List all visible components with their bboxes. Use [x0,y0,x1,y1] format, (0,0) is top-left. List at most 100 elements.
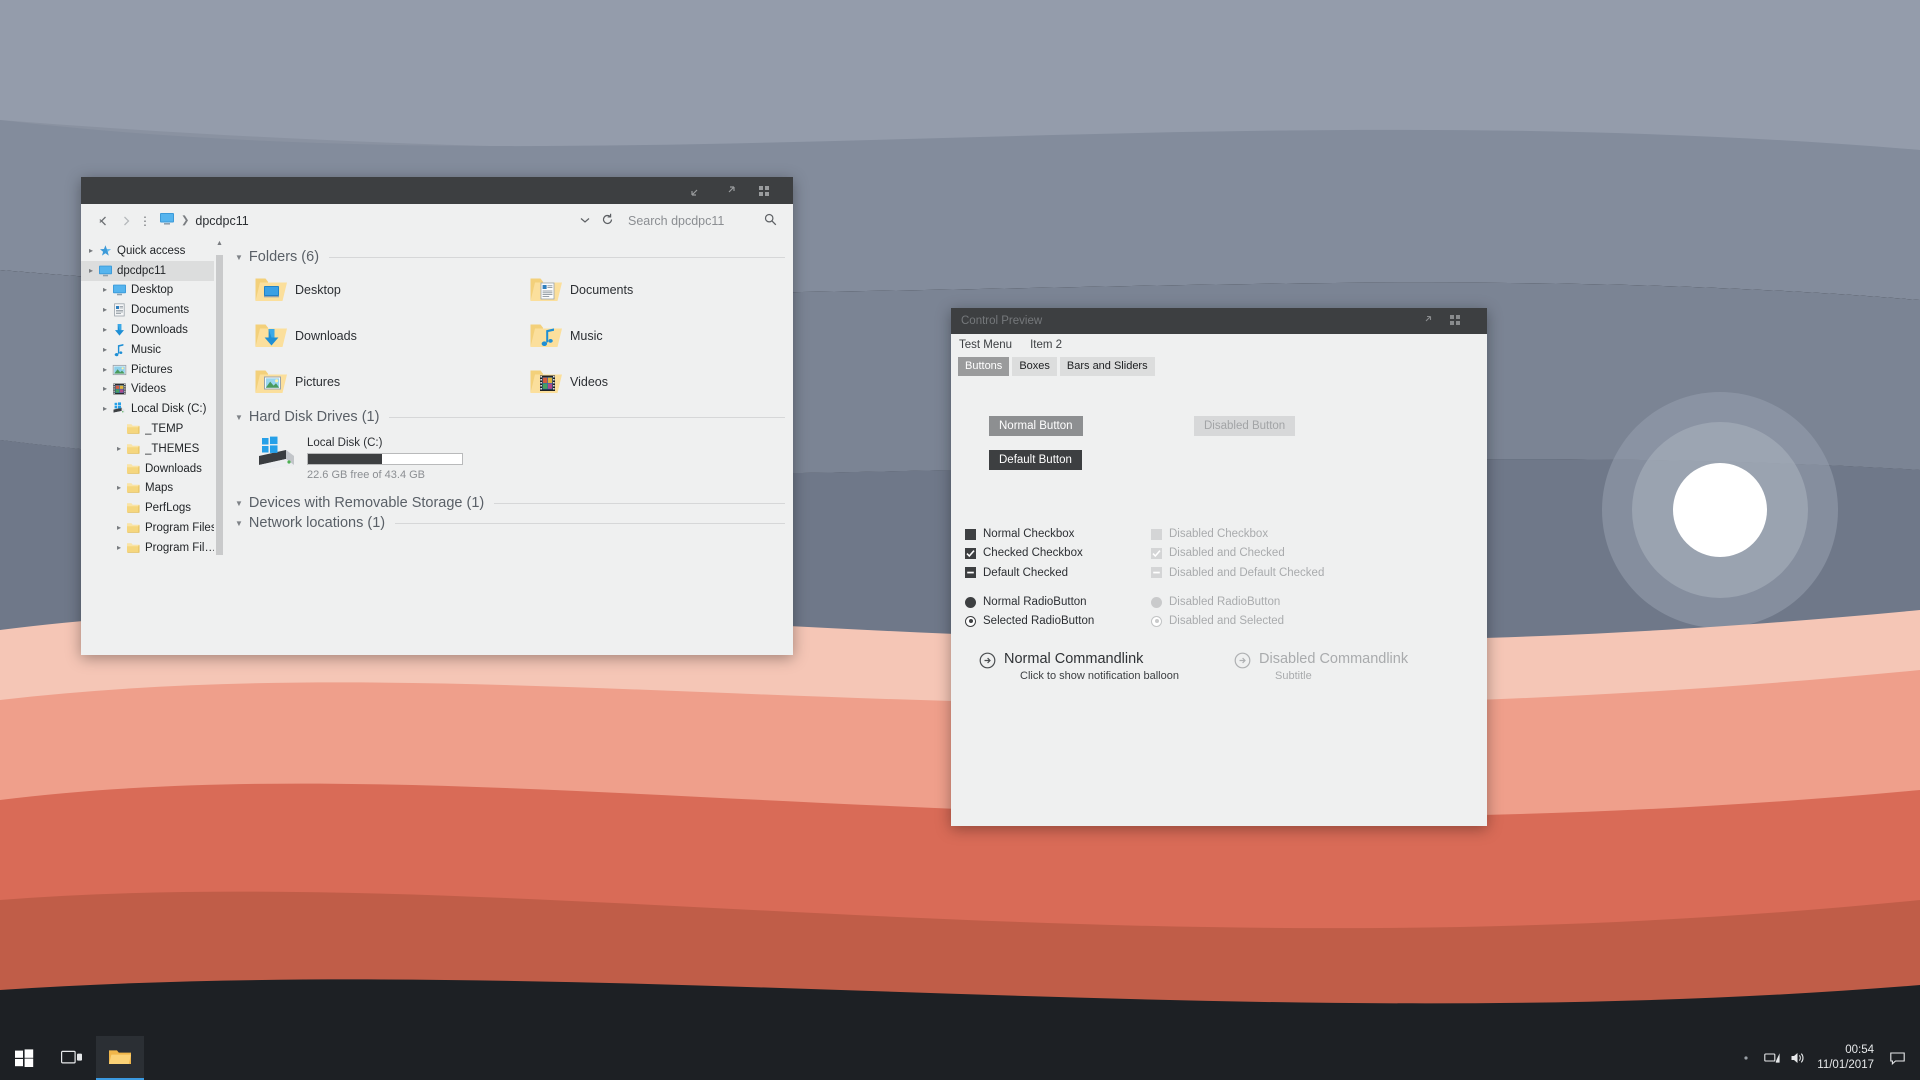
tab-buttons[interactable]: Buttons [958,357,1010,376]
chevron-right-icon[interactable]: ▸ [85,266,97,275]
chevron-right-icon[interactable]: ▸ [113,543,125,552]
sidebar-item-music[interactable]: ▸ Music [81,340,225,360]
chevron-right-icon[interactable]: ▸ [99,345,111,354]
tab-bars-and-sliders[interactable]: Bars and Sliders [1059,357,1155,376]
chevron-right-icon[interactable]: ▸ [113,524,125,532]
chevron-right-icon[interactable]: ▸ [99,306,111,314]
volume-icon[interactable] [1785,1036,1811,1080]
group-header-network-locations[interactable]: ▼ Network locations (1) [235,515,785,531]
chevron-right-icon[interactable]: ▸ [99,365,111,374]
breadcrumb[interactable]: ❯ dpcdpc11 [159,212,249,229]
system-tray[interactable]: 00:54 11/01/2017 [1733,1036,1920,1080]
chevron-right-icon[interactable]: ▸ [85,246,97,255]
action-center-icon[interactable] [1884,1036,1910,1080]
search-placeholder: Search dpcdpc11 [628,213,725,228]
normal-commandlink[interactable]: Normal Commandlink Click to show notific… [979,651,1179,682]
group-header-folders[interactable]: ▼ Folders (6) [235,249,785,265]
sidebar-item-label: Maps [145,482,174,495]
sidebar-item-perflogs[interactable]: PerfLogs [81,498,225,518]
start-button[interactable] [0,1036,48,1080]
refresh-icon[interactable] [596,213,618,229]
drive-item-local-disk-c[interactable]: Local Disk (C:) 22.6 GB free of 43.4 GB [235,427,785,491]
show-hidden-icons-icon[interactable] [1733,1036,1759,1080]
minimize-icon[interactable] [689,184,703,198]
breadcrumb-item-0[interactable]: dpcdpc11 [195,214,248,228]
folder-tile-pictures[interactable]: Pictures [235,359,510,405]
sidebar-item-local-disk-c[interactable]: ▸ Local Disk (C:) [81,399,225,419]
checkbox-checked[interactable] [965,547,976,559]
navigation-tree[interactable]: ▸ Quick access ▸ dpcdpc11 ▸ Desktop ▸ Documents… [81,241,225,558]
control-preview-window[interactable]: Control Preview Test Menu Item 2 Buttons B… [951,308,1487,826]
sidebar-item-temp[interactable]: _TEMP [81,419,225,439]
folder-tile-downloads[interactable]: Downloads [235,313,510,359]
radio-row-normal-radiobutton[interactable]: Normal RadioButton [965,596,1087,608]
sidebar-item-program-files-x86[interactable]: ▸ Program Files (x86) [81,538,225,558]
chevron-right-icon[interactable]: ▸ [99,326,111,334]
group-header-hard-disk-drives[interactable]: ▼ Hard Disk Drives (1) [235,409,785,425]
close-icon[interactable] [757,184,771,198]
chevron-right-icon[interactable]: ▸ [113,484,125,492]
explorer-address-bar[interactable]: ⋮ ❯ dpcdpc11 Search dpcdpc11 [81,204,793,237]
forward-button[interactable] [115,210,137,232]
folder-tile-videos[interactable]: Videos [510,359,785,405]
tab-boxes[interactable]: Boxes [1012,357,1057,376]
control-preview-titlebar[interactable]: Control Preview [951,308,1487,334]
network-icon[interactable] [1759,1036,1785,1080]
folder-tile-music[interactable]: Music [510,313,785,359]
search-input[interactable]: Search dpcdpc11 [618,204,793,237]
sidebar-item-themes[interactable]: ▸ _THEMES [81,439,225,459]
radio-selected[interactable] [965,615,976,627]
folder-documents-icon [528,275,564,305]
checkbox-indeterminate[interactable] [965,567,976,579]
control-preview-menubar[interactable]: Test Menu Item 2 [951,334,1487,356]
sidebar-item-videos[interactable]: ▸ Videos [81,380,225,400]
chevron-right-icon[interactable]: ▸ [99,286,111,294]
search-icon[interactable] [764,213,777,229]
chevron-right-icon[interactable]: ▸ [113,444,125,453]
control-preview-tabs[interactable]: Buttons Boxes Bars and Sliders [951,357,1487,376]
sidebar-item-pictures[interactable]: ▸ Pictures [81,360,225,380]
checkbox-row-checked-checkbox[interactable]: Checked Checkbox [965,547,1083,559]
sidebar-item-program-files[interactable]: ▸ Program Files [81,518,225,538]
sidebar-item-downloads[interactable]: ▸ Downloads [81,320,225,340]
navigation-pane[interactable]: ▸ Quick access ▸ dpcdpc11 ▸ Desktop ▸ Documents… [81,237,225,655]
default-button[interactable]: Default Button [989,450,1082,470]
normal-button[interactable]: Normal Button [989,416,1083,436]
taskbar[interactable]: 00:54 11/01/2017 [0,1036,1920,1080]
recent-locations-button[interactable]: ⋮ [137,214,153,228]
menu-item-item-2[interactable]: Item 2 [1030,339,1062,351]
navigation-scrollbar[interactable]: ▲ [214,237,225,655]
scrollbar-thumb[interactable] [216,255,223,555]
sidebar-item-quick-access[interactable]: ▸ Quick access [81,241,225,261]
folder-tile-documents[interactable]: Documents [510,267,785,313]
task-view-button[interactable] [48,1036,96,1080]
folder-tile-grid[interactable]: Desktop Documents Downloads Music Pictures Vi… [235,267,785,405]
scroll-up-icon[interactable]: ▲ [214,237,225,247]
close-icon[interactable] [1449,314,1463,328]
sidebar-item-documents[interactable]: ▸ Documents [81,300,225,320]
maximize-icon[interactable] [723,184,737,198]
checkbox-row-normal-checkbox[interactable]: Normal Checkbox [965,528,1074,540]
sidebar-item-desktop[interactable]: ▸ Desktop [81,281,225,301]
chevron-down-icon[interactable] [574,215,596,227]
folder-tile-desktop[interactable]: Desktop [235,267,510,313]
menu-item-test-menu[interactable]: Test Menu [959,339,1012,351]
file-explorer-window[interactable]: ⋮ ❯ dpcdpc11 Search dpcdpc11 ▸ Quick acc… [81,177,793,655]
radio-normal[interactable] [965,596,976,608]
group-header-removable-storage[interactable]: ▼ Devices with Removable Storage (1) [235,495,785,511]
back-button[interactable] [93,210,115,232]
maximize-icon[interactable] [1421,314,1435,328]
clock[interactable]: 00:54 11/01/2017 [1811,1043,1884,1073]
checkbox-label: Disabled Checkbox [1169,528,1269,540]
checkbox-unchecked[interactable] [965,528,976,540]
taskbar-item-file-explorer[interactable] [96,1036,144,1080]
sidebar-item-maps[interactable]: ▸ Maps [81,479,225,499]
sidebar-item-dpcdpc11[interactable]: ▸ dpcdpc11 [81,260,225,281]
chevron-right-icon[interactable]: ▸ [99,385,111,393]
chevron-right-icon[interactable]: ▸ [99,405,111,413]
explorer-titlebar[interactable] [81,177,793,204]
content-pane[interactable]: ▼ Folders (6) Desktop Documents Downloads M… [225,237,793,655]
checkbox-row-default-checked[interactable]: Default Checked [965,567,1068,579]
sidebar-item-downloads[interactable]: Downloads [81,459,225,479]
radio-row-selected-radiobutton[interactable]: Selected RadioButton [965,615,1094,627]
